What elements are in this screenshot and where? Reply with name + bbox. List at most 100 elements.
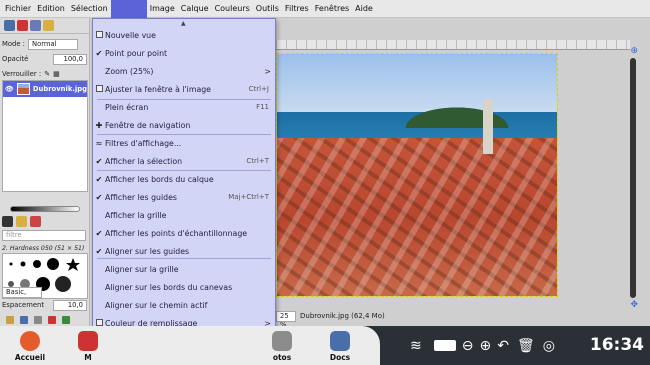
menu-image[interactable]: Image <box>147 0 178 18</box>
lock-row: Verrouiller : ✎ ▦ <box>2 68 87 80</box>
view-menu-item[interactable]: Afficher la grille <box>93 207 275 223</box>
menu-file[interactable]: Fichier <box>2 0 34 18</box>
view-menu-item[interactable]: ✔ Point pour point <box>93 45 275 61</box>
channels-tab-icon[interactable] <box>17 20 28 31</box>
view-menu-item[interactable]: ✔ Afficher les guides Maj+Ctrl+T <box>93 189 275 205</box>
menu-view[interactable] <box>110 0 147 18</box>
mode-label: Mode : <box>2 40 25 48</box>
taskbar-app-photos[interactable]: otos <box>262 328 302 362</box>
app-launcher: Accueil M otos Docs <box>0 326 380 365</box>
check-mark-icon: ✔ <box>95 156 103 166</box>
lock-alpha-icon[interactable]: ▦ <box>53 70 60 78</box>
dock-bottom-toolbar <box>2 314 88 326</box>
gradients-tab-icon[interactable] <box>30 215 41 227</box>
spacing-label: Espacement <box>2 301 45 309</box>
undo-icon[interactable]: ↶ <box>497 338 509 354</box>
layer-row[interactable]: 👁 Dubrovnik.jpg <box>3 81 87 97</box>
taskbar-app-docs[interactable]: Docs <box>320 328 360 362</box>
spacing-row: Espacement 10,0 <box>2 299 87 311</box>
menu-item-label: Fenêtre de navigation <box>105 120 191 130</box>
view-menu-item[interactable]: ✔ Afficher les bords du calque <box>93 171 275 187</box>
navigate-cross-icon: ✚ <box>95 120 103 130</box>
photos-icon <box>272 331 292 351</box>
opacity-row: Opacité 100,0 <box>2 53 87 65</box>
mode-select[interactable]: Normal <box>27 38 78 50</box>
paths-tab-icon[interactable] <box>30 20 41 31</box>
view-menu-item[interactable]: ✔ Aligner sur les guides <box>93 243 275 259</box>
menu-item-shortcut: Ctrl+T <box>246 157 269 165</box>
vertical-scrollbar[interactable] <box>630 58 636 298</box>
filter-row: filtre <box>2 229 87 241</box>
duplicate-brush-icon[interactable] <box>34 316 42 324</box>
view-menu-item[interactable]: Zoom (25%) > <box>93 63 275 79</box>
spacing-input[interactable]: 10,0 <box>53 299 87 311</box>
navigate-icon[interactable]: ✥ <box>630 300 638 310</box>
help-lifebuoy-icon[interactable]: ◎ <box>543 338 555 354</box>
check-mark-icon: ✔ <box>95 192 103 202</box>
view-menu-item[interactable]: ✔ Afficher la sélection Ctrl+T <box>93 153 275 169</box>
menu-item-label: Ajuster la fenêtre à l'image <box>105 84 211 94</box>
image-canvas[interactable] <box>276 53 558 297</box>
view-menu-item[interactable]: Aligner sur les bords du canevas <box>93 279 275 295</box>
battery-icon[interactable] <box>433 340 456 351</box>
undo-tab-icon[interactable] <box>43 20 54 31</box>
view-menu-item[interactable]: ✔ Afficher les points d'échantillonnage <box>93 225 275 241</box>
menu-item-shortcut: F11 <box>256 103 269 111</box>
opacity-input[interactable]: 100,0 <box>53 53 87 65</box>
menu-filters[interactable]: Filtres <box>282 0 312 18</box>
view-menu-item[interactable]: ≈ Filtres d'affichage... <box>93 135 275 151</box>
taskbar: Accueil M otos Docs ≋ ⊖ ⊕ ↶ 🗑 ◎ 16:34 <box>0 326 650 365</box>
view-menu-item[interactable]: Nouvelle vue <box>93 27 275 43</box>
wifi-icon[interactable]: ≋ <box>410 338 422 354</box>
view-menu-item[interactable]: Aligner sur la grille <box>93 261 275 277</box>
check-mark-icon: ✔ <box>95 48 103 58</box>
zoom-select[interactable]: 25 % <box>276 310 296 329</box>
submenu-arrow-icon: > <box>264 66 271 76</box>
accueil-icon <box>20 331 40 351</box>
view-menu-item[interactable]: Plein écran F11 <box>93 99 275 115</box>
zoom-image-icon[interactable]: ⊕ <box>630 46 638 56</box>
layers-tab-icon[interactable] <box>4 20 15 31</box>
volume-down-icon[interactable]: ⊖ <box>462 338 474 354</box>
m-app-label: M <box>84 353 92 362</box>
menu-colors[interactable]: Couleurs <box>212 0 253 18</box>
docs-icon <box>330 331 350 351</box>
menu-help[interactable]: Aide <box>352 0 376 18</box>
visibility-eye-icon[interactable]: 👁 <box>5 85 14 93</box>
opacity-label: Opacité <box>2 55 29 63</box>
menu-item-label: Aligner sur le chemin actif <box>105 300 208 310</box>
new-brush-icon[interactable] <box>20 316 28 324</box>
menu-selection[interactable]: Sélection <box>68 0 111 18</box>
scroll-up-arrow-icon[interactable]: ▲ <box>181 20 186 27</box>
bell-tower <box>483 99 493 154</box>
view-menu-item[interactable]: Aligner sur le chemin actif <box>93 297 275 313</box>
gradient-preview[interactable] <box>10 206 80 212</box>
edit-brush-icon[interactable] <box>6 316 14 324</box>
lock-pixels-icon[interactable]: ✎ <box>44 70 50 78</box>
view-menu-item[interactable]: ✚ Fenêtre de navigation <box>93 117 275 133</box>
mode-row: Mode : Normal <box>2 38 87 50</box>
lock-label: Verrouiller : <box>2 70 42 78</box>
menu-item-label: Point pour point <box>105 48 168 58</box>
trash-icon[interactable]: 🗑 <box>517 338 535 354</box>
view-menu-item[interactable]: Ajuster la fenêtre à l'image Ctrl+J <box>93 81 275 97</box>
menu-layer[interactable]: Calque <box>178 0 212 18</box>
window-icon <box>94 84 104 94</box>
top-ruler <box>276 40 630 50</box>
menu-tools[interactable]: Outils <box>253 0 282 18</box>
refresh-brush-icon[interactable] <box>62 316 70 324</box>
filter-icon: ≈ <box>95 138 103 148</box>
patterns-tab-icon[interactable] <box>16 215 27 227</box>
menu-item-label: Afficher la grille <box>105 210 167 220</box>
brushes-tab-icon[interactable] <box>2 215 13 227</box>
taskbar-app-m[interactable]: M <box>68 328 108 362</box>
check-mark-icon: ✔ <box>95 246 103 256</box>
menu-edit[interactable]: Edition <box>34 0 68 18</box>
volume-up-icon[interactable]: ⊕ <box>479 338 491 354</box>
menu-windows[interactable]: Fenêtres <box>312 0 352 18</box>
filter-input[interactable]: filtre <box>2 229 86 241</box>
delete-brush-icon[interactable] <box>48 316 56 324</box>
preset-select[interactable]: Basic, <box>2 286 42 298</box>
dock-tabs <box>0 18 89 34</box>
taskbar-app-accueil[interactable]: Accueil <box>10 328 50 362</box>
